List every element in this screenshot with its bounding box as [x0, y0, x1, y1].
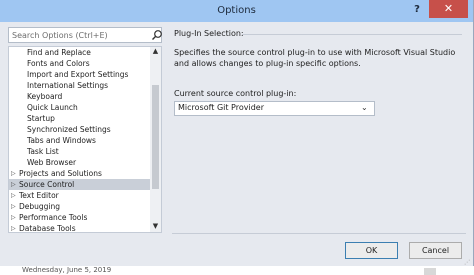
tree-scrollbar[interactable]: ▲ ▼	[150, 47, 161, 232]
tree-item-keyboard[interactable]: Keyboard	[27, 91, 62, 102]
tree-item-synchronized-settings[interactable]: Synchronized Settings	[27, 124, 111, 135]
chevron-down-icon[interactable]: ⌄	[361, 103, 368, 112]
dialog-title: Options	[217, 5, 256, 16]
tree-item-web-browser[interactable]: Web Browser	[27, 157, 76, 168]
tree-item-task-list[interactable]: Task List	[27, 146, 59, 157]
background-block	[424, 268, 436, 275]
expand-triangle-icon[interactable]: ▷	[11, 212, 16, 223]
tree-item-fonts-and-colors[interactable]: Fonts and Colors	[27, 58, 90, 69]
options-dialog: Options ? ✕ Find and Replace Fonts and C…	[0, 0, 474, 268]
cancel-button[interactable]: Cancel	[409, 242, 462, 259]
scroll-up-arrow-icon[interactable]: ▲	[150, 47, 161, 57]
search-options-field[interactable]	[8, 27, 162, 43]
plugin-selected-value: Microsoft Git Provider	[178, 103, 264, 112]
tree-item-find-and-replace[interactable]: Find and Replace	[27, 47, 91, 58]
expand-triangle-icon[interactable]: ▷	[11, 223, 16, 232]
expand-triangle-icon[interactable]: ▷	[11, 190, 16, 201]
tree-item-label: Projects and Solutions	[19, 169, 102, 178]
expand-triangle-icon[interactable]: ▷	[11, 168, 16, 179]
plugin-description: Specifies the source control plug-in to …	[174, 48, 456, 68]
tree-item-label: Source Control	[19, 180, 75, 189]
plugin-dropdown[interactable]: Microsoft Git Provider ⌄	[174, 101, 375, 116]
background-date-text: Wednesday, June 5, 2019	[22, 266, 112, 274]
close-button[interactable]: ✕	[429, 0, 468, 18]
tree-item-label: Database Tools	[19, 224, 76, 233]
tree-item-international-settings[interactable]: International Settings	[27, 80, 108, 91]
help-button[interactable]: ?	[409, 4, 425, 18]
expand-triangle-icon[interactable]: ▷	[11, 201, 16, 212]
tree-item-quick-launch[interactable]: Quick Launch	[27, 102, 78, 113]
tree-item-label: Performance Tools	[19, 213, 88, 222]
plugin-field-label: Current source control plug-in:	[174, 89, 297, 98]
scroll-thumb[interactable]	[152, 85, 159, 189]
search-icon[interactable]	[151, 29, 163, 41]
scroll-down-arrow-icon[interactable]: ▼	[150, 222, 161, 232]
ok-button[interactable]: OK	[345, 242, 398, 259]
tree-item-label: Debugging	[19, 202, 61, 211]
options-tree: Find and Replace Fonts and Colors Import…	[8, 46, 162, 233]
tree-item-import-export-settings[interactable]: Import and Export Settings	[27, 69, 128, 80]
resize-grip-icon[interactable]: ⋰	[464, 259, 470, 266]
footer-divider	[172, 233, 466, 234]
search-input[interactable]	[12, 29, 140, 41]
section-divider	[242, 34, 462, 35]
tree-item-tabs-and-windows[interactable]: Tabs and Windows	[27, 135, 96, 146]
title-bar[interactable]: Options ? ✕	[0, 0, 473, 22]
tree-item-source-control[interactable]: ▷ Source Control	[9, 179, 150, 190]
tree-item-label: Text Editor	[19, 191, 59, 200]
tree-item-startup[interactable]: Startup	[27, 113, 55, 124]
section-title: Plug-In Selection:	[174, 29, 244, 38]
expand-triangle-icon[interactable]: ▷	[11, 179, 16, 190]
